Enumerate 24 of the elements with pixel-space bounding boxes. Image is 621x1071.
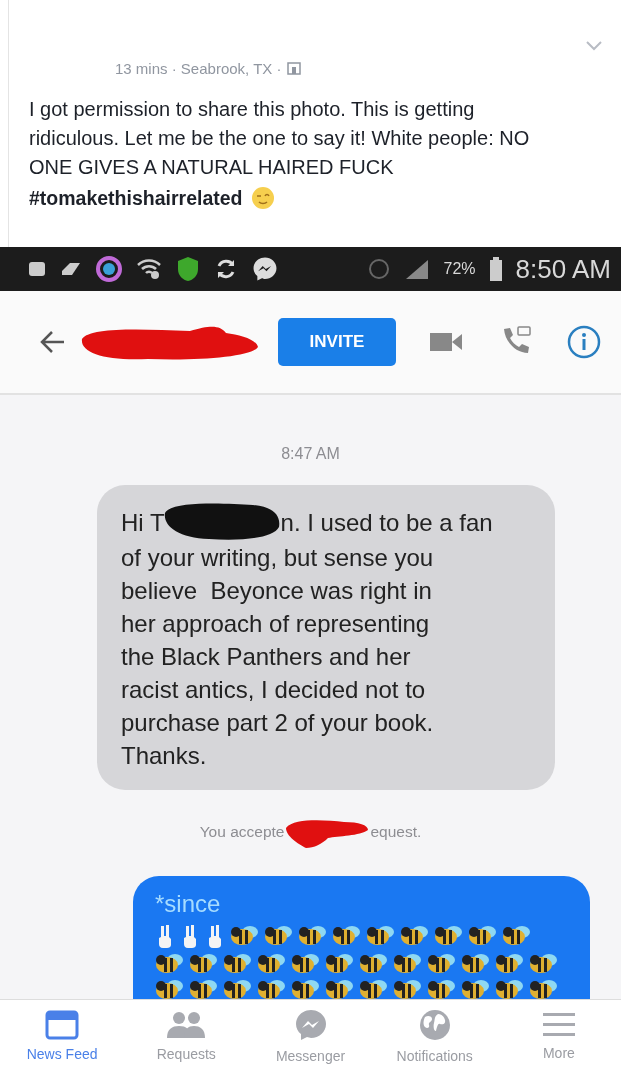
post-text: I got permission to share this photo. This is getting ridiculous. Let me be the one to say it! White people: NO ONE GIVES A NATURAL HAIRED FUCK — [29, 97, 531, 180]
hashtag-link[interactable]: #tomakethishairrelated — [29, 186, 243, 210]
notice-text: equest. — [370, 823, 422, 841]
tab[interactable]: Notifications — [372, 1000, 497, 1071]
message-text: the Black Panthers and her — [121, 642, 412, 672]
invite-button[interactable]: INVITE — [278, 318, 396, 366]
message-timestamp: 8:47 AM — [281, 445, 340, 463]
clock: 8:50 AM — [515, 253, 611, 285]
message-text: racist antics, I decided not to — [121, 675, 427, 705]
notice-text: You accepte — [199, 823, 285, 841]
message-text: Hi T — [121, 509, 165, 536]
tab[interactable]: Requests — [124, 1000, 249, 1071]
message-text: believe Beyonce was right in — [121, 576, 433, 606]
message-text: purchase part 2 of your book. — [121, 708, 435, 738]
message-text: n. I used to be a fan — [280, 509, 493, 536]
message-text: her approach of representing — [121, 609, 431, 639]
post-meta: 13 mins · Seabrook, TX · — [115, 60, 282, 77]
message-text: Thanks. — [121, 741, 208, 771]
tab[interactable]: News Feed — [0, 1000, 125, 1071]
battery-percent: 72% — [443, 260, 476, 278]
tab[interactable]: Messenger — [248, 1000, 373, 1071]
message-text: of your writing, but sense you — [121, 543, 435, 573]
reply-text: *since — [155, 890, 222, 918]
tab[interactable]: More — [496, 1000, 621, 1071]
